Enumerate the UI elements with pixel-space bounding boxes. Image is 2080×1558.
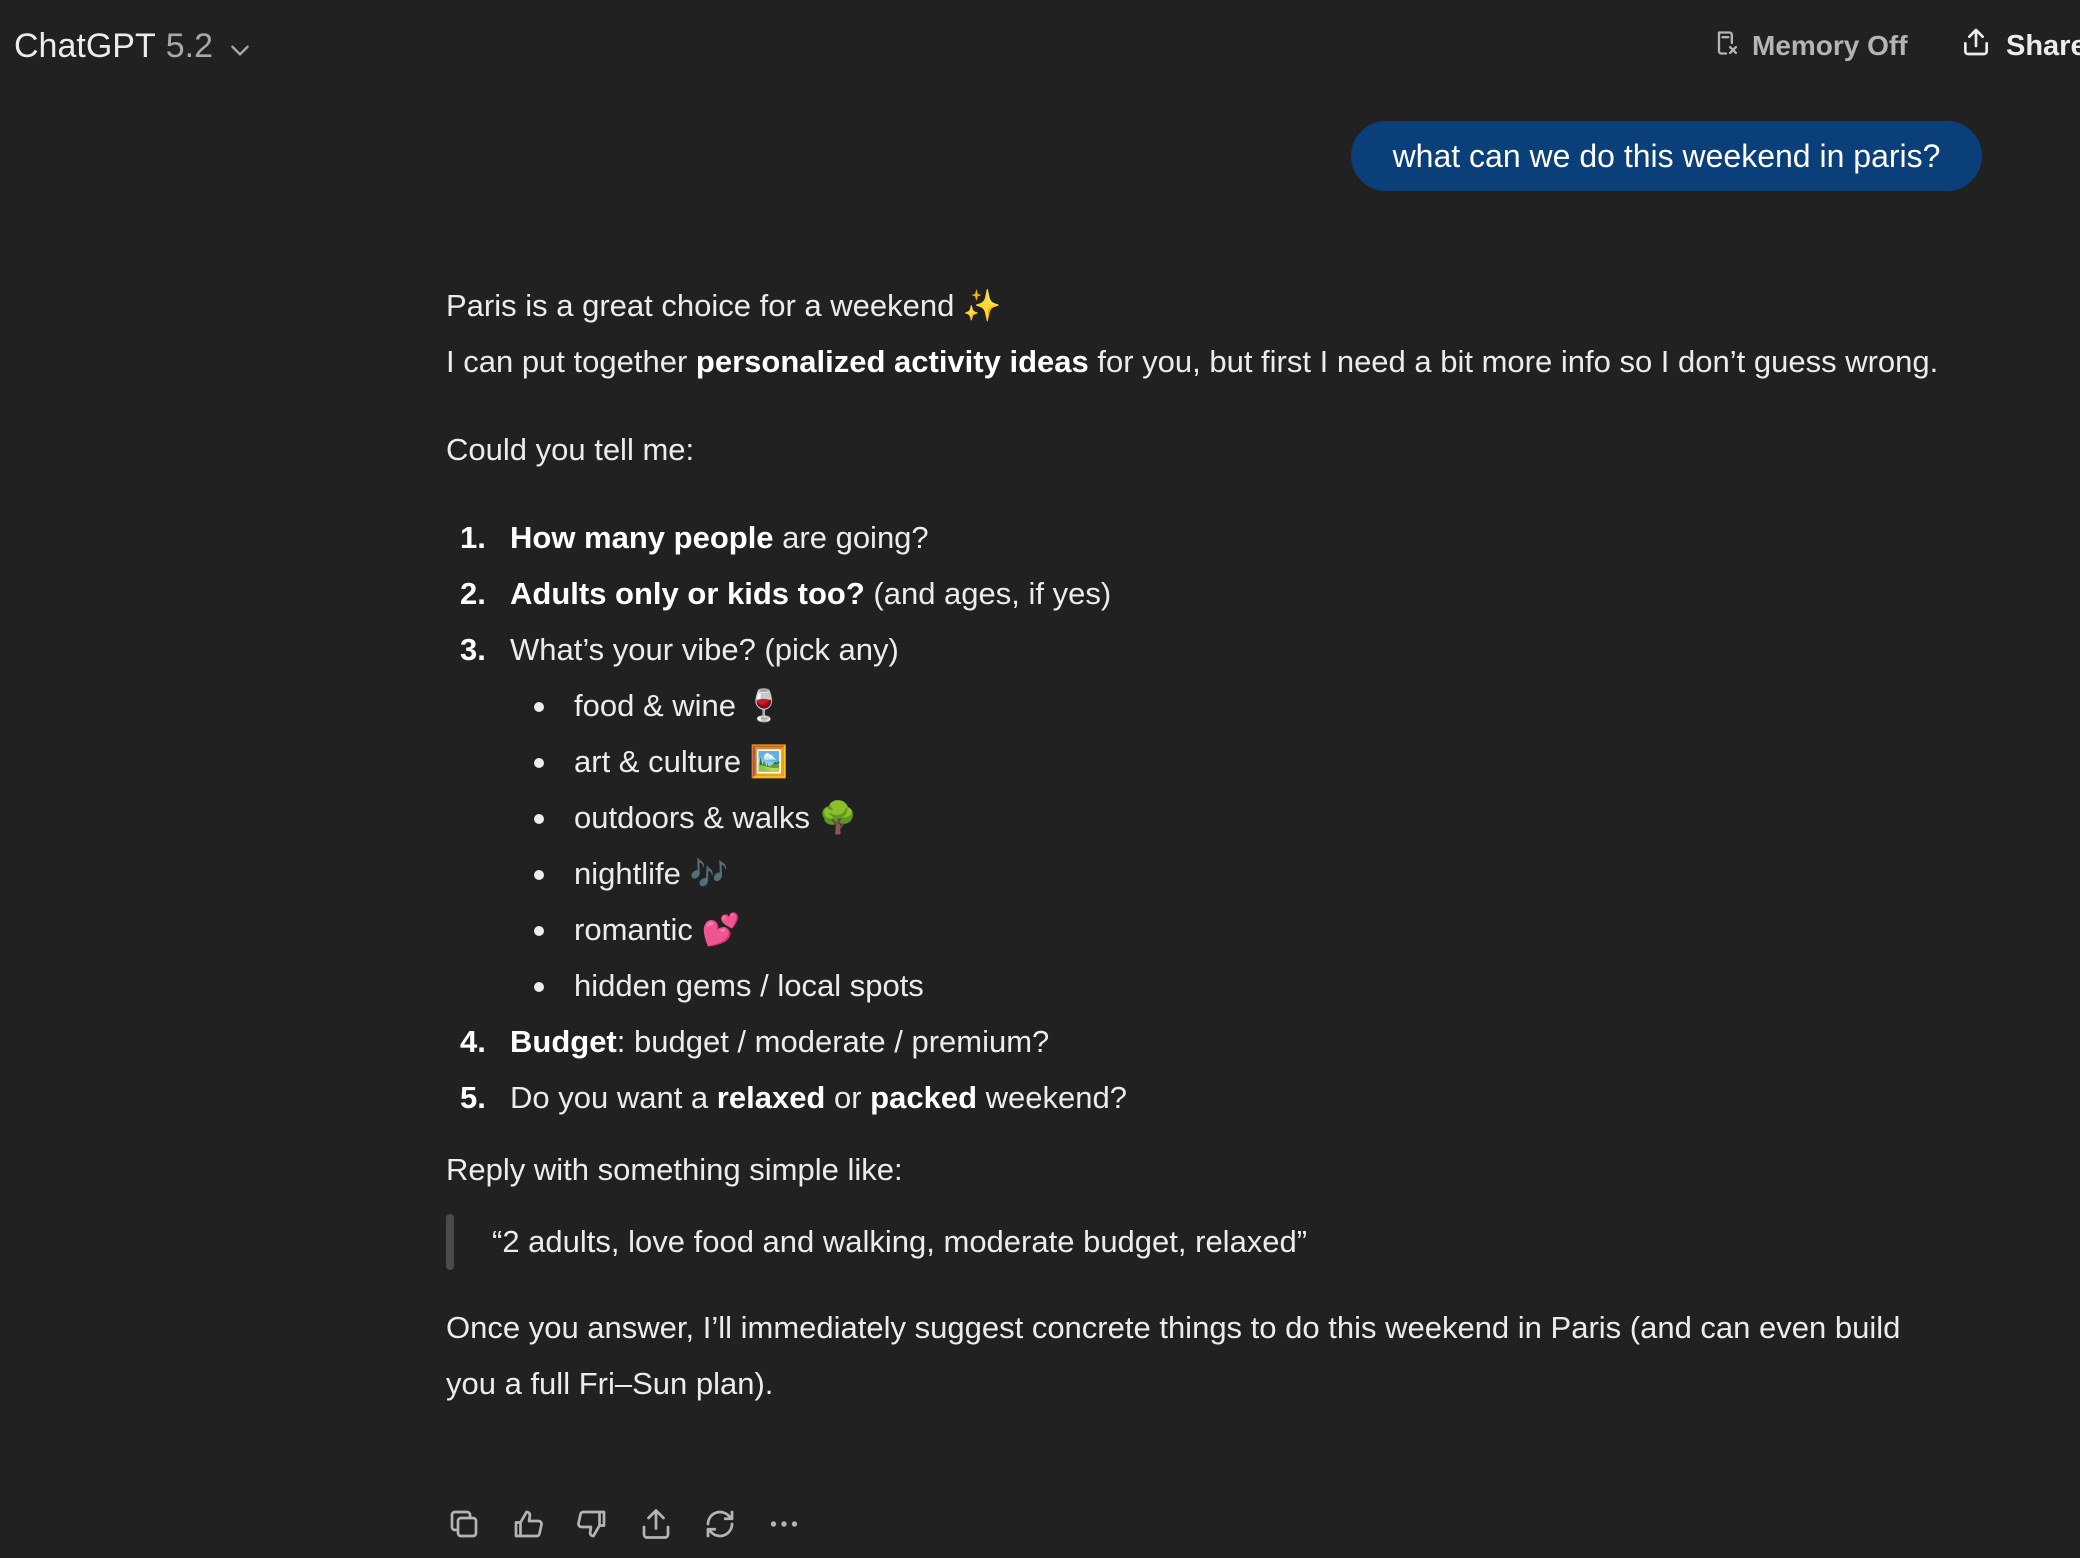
question-item: 3. What’s your vibe? (pick any) (446, 622, 1946, 678)
top-bar: ChatGPT 5.2 Memory Off Share (0, 0, 2080, 90)
share-button[interactable]: Share (1960, 22, 2080, 70)
share-message-button[interactable] (638, 1506, 674, 1542)
thumbs-down-icon (577, 1510, 606, 1538)
question-number: 5. (460, 1080, 486, 1115)
more-icon (770, 1521, 798, 1527)
memory-off-icon (1712, 29, 1740, 64)
thumbs-down-button[interactable] (574, 1506, 610, 1542)
question-item: 2. Adults only or kids too? (and ages, if… (446, 566, 1946, 622)
question-item: 1. How many people are going? (446, 510, 1946, 566)
intro-line-2: I can put together personalized activity… (446, 344, 1939, 379)
reply-intro: Reply with something simple like: (446, 1152, 903, 1187)
message-actions (446, 1500, 802, 1548)
copy-button[interactable] (446, 1506, 482, 1542)
vibe-item: nightlife 🎶 (446, 846, 1946, 902)
question-item: 4. Budget: budget / moderate / premium? (446, 1014, 1946, 1070)
chevron-down-icon (227, 33, 253, 59)
question-number: 2. (460, 576, 486, 611)
example-quote: “2 adults, love food and walking, modera… (446, 1214, 1946, 1270)
memory-off-label: Memory Off (1752, 30, 1908, 61)
user-message-bubble: what can we do this weekend in paris? (1351, 121, 1982, 191)
ask-text: Could you tell me: (446, 432, 695, 467)
vibe-item: food & wine 🍷 (446, 678, 1946, 734)
model-name: ChatGPT (14, 26, 156, 65)
thumbs-up-icon (514, 1510, 543, 1538)
intro-line-1: Paris is a great choice for a weekend ✨ (446, 288, 1002, 323)
vibe-item: romantic 💕 (446, 902, 1946, 958)
bold-personalized-ideas: personalized activity ideas (695, 344, 1089, 379)
model-version: 5.2 (165, 26, 213, 65)
question-number: 4. (460, 1024, 486, 1059)
assistant-message: Paris is a great choice for a weekend ✨ … (446, 278, 1946, 1412)
closing-text: Once you answer, I’ll immediately sugges… (446, 1310, 1901, 1401)
copy-icon (450, 1510, 478, 1538)
model-switcher[interactable]: ChatGPT 5.2 (14, 24, 253, 68)
more-options-button[interactable] (766, 1506, 802, 1542)
vibe-item: outdoors & walks 🌳 (446, 790, 1946, 846)
thumbs-up-button[interactable] (510, 1506, 546, 1542)
regenerate-button[interactable] (702, 1506, 738, 1542)
share-icon (642, 1509, 670, 1539)
memory-off-button[interactable]: Memory Off (1712, 24, 1908, 68)
share-label: Share (2006, 29, 2080, 62)
vibe-item: art & culture 🖼️ (446, 734, 1946, 790)
question-number: 3. (460, 632, 486, 667)
regenerate-icon (706, 1510, 734, 1538)
vibe-item: hidden gems / local spots (446, 958, 1946, 1014)
question-item: 5. Do you want a relaxed or packed weeken… (446, 1070, 1946, 1126)
vibe-list: food & wine 🍷 art & culture 🖼️ outdoors … (446, 678, 1946, 1014)
question-number: 1. (460, 520, 486, 555)
questions-list-cont: 4. Budget: budget / moderate / premium? 5… (446, 1014, 1946, 1126)
questions-list: 1. How many people are going? 2. Adults on… (446, 510, 1946, 678)
share-icon (1960, 26, 1992, 66)
